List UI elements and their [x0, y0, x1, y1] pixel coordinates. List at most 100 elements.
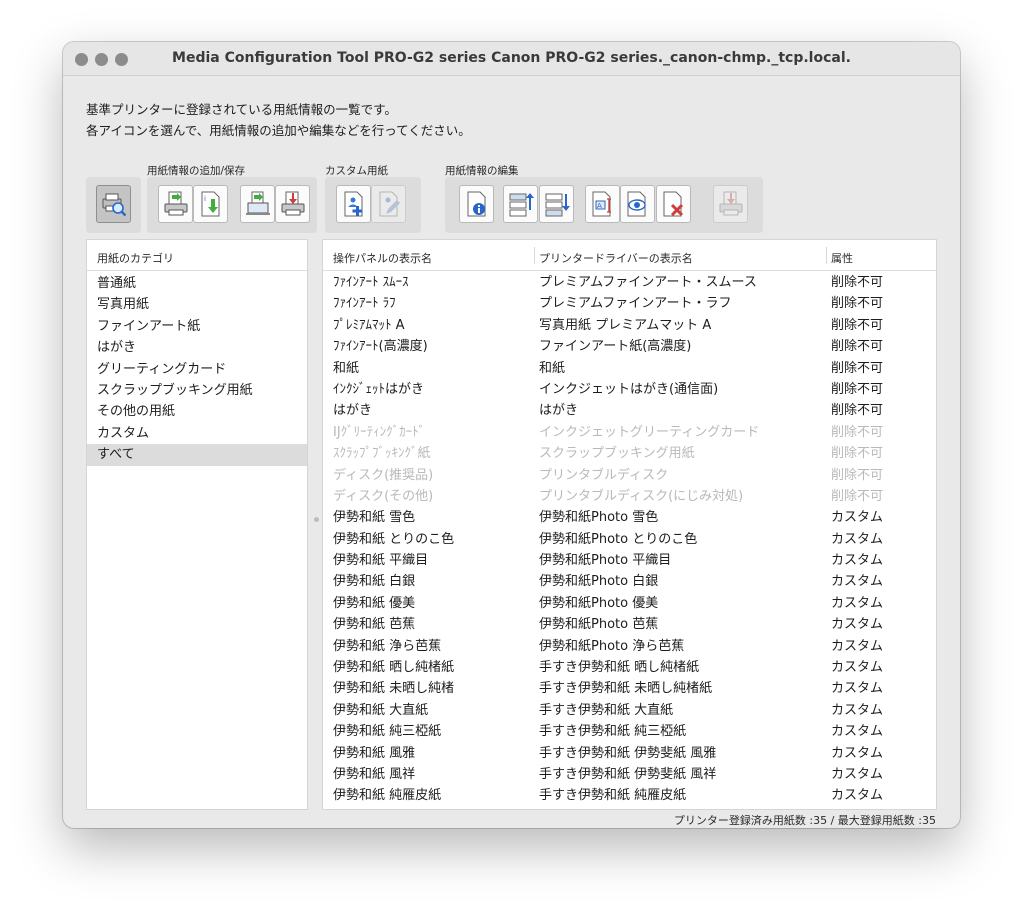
category-item[interactable]: すべて — [87, 444, 307, 466]
table-row[interactable]: ﾌｧｲﾝｱｰﾄ ｽﾑｰｽ プレミアムファインアート・スムース 削除不可 — [323, 272, 936, 293]
paper-table: 操作パネルの表示名 プリンタードライバーの表示名 属性 ﾌｧｲﾝｱｰﾄ ｽﾑｰｽ… — [322, 239, 937, 810]
title-bar: Media Configuration Tool PRO-G2 series C… — [63, 42, 960, 76]
table-row[interactable]: 伊勢和紙 雪色 伊勢和紙Photo 雪色 カスタム — [323, 507, 936, 528]
table-row[interactable]: 伊勢和紙 優美 伊勢和紙Photo 優美 カスタム — [323, 593, 936, 614]
cell-attribute: カスタム — [831, 702, 884, 718]
category-item[interactable]: 写真用紙 — [87, 294, 307, 315]
cell-driver-name: プリンタブルディスク — [539, 467, 669, 483]
table-row[interactable]: ディスク(推奨品) プリンタブルディスク 削除不可 — [323, 465, 936, 486]
cell-driver-name: 伊勢和紙Photo 浄ら芭蕉 — [539, 638, 685, 654]
table-row[interactable]: ｲﾝｸｼﾞｪｯﾄはがき インクジェットはがき(通信面) 削除不可 — [323, 379, 936, 400]
cell-panel-name: ｽｸﾗｯﾌﾟﾌﾞｯｷﾝｸﾞ紙 — [333, 446, 431, 462]
move-up-button[interactable] — [503, 185, 538, 223]
table-row[interactable]: ディスク(その他) プリンタブルディスク(にじみ対処) 削除不可 — [323, 486, 936, 507]
cell-panel-name: 和紙 — [333, 360, 360, 376]
reorder-up-icon — [509, 193, 534, 217]
import-from-computer-button[interactable] — [240, 185, 275, 223]
category-item[interactable]: ファインアート紙 — [87, 316, 307, 337]
splitter-handle[interactable] — [314, 517, 319, 522]
pane-splitter[interactable] — [313, 239, 319, 810]
cell-driver-name: 手すき伊勢和紙 晒し純楮紙 — [539, 660, 700, 676]
add-paper-icon — [344, 191, 362, 217]
category-item[interactable]: グリーティングカード — [87, 359, 307, 380]
table-header: 操作パネルの表示名 プリンタードライバーの表示名 属性 — [323, 240, 936, 271]
column-header-driver-name[interactable]: プリンタードライバーの表示名 — [539, 250, 693, 266]
table-row[interactable]: はがき はがき 削除不可 — [323, 400, 936, 421]
svg-text:A: A — [597, 202, 602, 210]
column-separator[interactable] — [534, 247, 535, 264]
column-header-attribute[interactable]: 属性 — [831, 250, 853, 266]
table-row[interactable]: 伊勢和紙 浄ら芭蕉 伊勢和紙Photo 浄ら芭蕉 カスタム — [323, 636, 936, 657]
cell-panel-name: ｲﾝｸｼﾞｪｯﾄはがき — [333, 381, 425, 397]
save-to-file-button[interactable]: i — [193, 185, 228, 223]
cell-panel-name: ﾌｧｲﾝｱｰﾄ(高濃度) — [333, 339, 428, 355]
cell-panel-name: 伊勢和紙 風雅 — [333, 745, 416, 761]
paper-info-button[interactable] — [459, 185, 494, 223]
reorder-down-icon — [545, 193, 570, 217]
table-row[interactable]: 伊勢和紙 芭蕉 伊勢和紙Photo 芭蕉 カスタム — [323, 614, 936, 635]
table-row[interactable]: 伊勢和紙 とりのこ色 伊勢和紙Photo とりのこ色 カスタム — [323, 529, 936, 550]
cell-panel-name: 伊勢和紙 純三椏紙 — [333, 724, 442, 740]
table-row[interactable]: 伊勢和紙 大直紙 手すき伊勢和紙 大直紙 カスタム — [323, 700, 936, 721]
cell-driver-name: インクジェットグリーティングカード — [539, 424, 760, 440]
table-row[interactable]: 和紙 和紙 削除不可 — [323, 358, 936, 379]
cell-driver-name: 和紙 — [539, 360, 566, 376]
table-row[interactable]: 伊勢和紙 未晒し純楮 手すき伊勢和紙 未晒し純楮紙 カスタム — [323, 678, 936, 699]
category-item[interactable]: カスタム — [87, 423, 307, 444]
show-hide-button[interactable] — [620, 185, 655, 223]
export-from-printer-button[interactable] — [275, 185, 310, 223]
cell-attribute: カスタム — [831, 745, 884, 761]
table-row[interactable]: 伊勢和紙 白銀 伊勢和紙Photo 白銀 カスタム — [323, 571, 936, 592]
table-row[interactable]: ｽｸﾗｯﾌﾟﾌﾞｯｷﾝｸﾞ紙 スクラップブッキング用紙 削除不可 — [323, 443, 936, 464]
cell-attribute: カスタム — [831, 788, 884, 804]
cell-attribute: 削除不可 — [831, 275, 884, 290]
cell-attribute: 削除不可 — [831, 360, 884, 376]
cell-panel-name: 伊勢和紙 純雁皮紙 — [333, 788, 442, 804]
cell-driver-name: 手すき伊勢和紙 純雁皮紙 — [539, 788, 687, 804]
cell-panel-name: 伊勢和紙 風祥 — [333, 766, 416, 782]
cell-panel-name: 伊勢和紙 芭蕉 — [333, 617, 416, 633]
category-item[interactable]: スクラップブッキング用紙 — [87, 380, 307, 401]
send-to-printer-button[interactable] — [713, 185, 748, 223]
import-to-printer-button[interactable] — [158, 185, 193, 223]
table-row[interactable]: 伊勢和紙 純雁皮紙 手すき伊勢和紙 純雁皮紙 カスタム — [323, 785, 936, 806]
table-row[interactable]: ﾌｧｲﾝｱｰﾄ(高濃度) ファインアート紙(高濃度) 削除不可 — [323, 336, 936, 357]
category-item[interactable]: 普通紙 — [87, 273, 307, 294]
category-item[interactable]: その他の用紙 — [87, 401, 307, 422]
edit-custom-paper-button[interactable] — [371, 185, 406, 223]
rename-text-icon: A — [592, 191, 611, 217]
table-row[interactable]: ﾌｧｲﾝｱｰﾄ ﾗﾌ プレミアムファインアート・ラフ 削除不可 — [323, 293, 936, 314]
cell-driver-name: 手すき伊勢和紙 大直紙 — [539, 702, 674, 718]
move-down-button[interactable] — [539, 185, 574, 223]
cell-attribute: 削除不可 — [831, 446, 884, 462]
printer-search-button[interactable] — [96, 185, 131, 223]
cell-panel-name: 伊勢和紙 未晒し純楮 — [333, 681, 455, 697]
cell-attribute: カスタム — [831, 638, 884, 654]
table-row[interactable]: 伊勢和紙 純三椏紙 手すき伊勢和紙 純三椏紙 カスタム — [323, 721, 936, 742]
cell-driver-name: 伊勢和紙Photo 平織目 — [539, 553, 672, 569]
cell-driver-name: スクラップブッキング用紙 — [539, 446, 695, 462]
cell-attribute: カスタム — [831, 724, 884, 740]
table-row[interactable]: 伊勢和紙 晒し純楮紙 手すき伊勢和紙 晒し純楮紙 カスタム — [323, 657, 936, 678]
category-list: 普通紙 写真用紙 ファインアート紙 はがき グリーティングカード スクラップブッキング用紙… — [87, 271, 307, 466]
table-row[interactable]: 伊勢和紙 平織目 伊勢和紙Photo 平織目 カスタム — [323, 550, 936, 571]
category-item[interactable]: はがき — [87, 337, 307, 358]
table-row[interactable]: ﾌﾟﾚﾐｱﾑﾏｯﾄ A 写真用紙 プレミアムマット A 削除不可 — [323, 315, 936, 336]
cell-driver-name: 手すき伊勢和紙 未晒し純楮紙 — [539, 681, 713, 697]
cell-attribute: 削除不可 — [831, 339, 884, 355]
cell-driver-name: プレミアムファインアート・スムース — [539, 275, 757, 290]
cell-panel-name: ﾌｧｲﾝｱｰﾄ ﾗﾌ — [333, 296, 396, 312]
rename-button[interactable]: A — [585, 185, 620, 223]
column-header-panel-name[interactable]: 操作パネルの表示名 — [333, 250, 432, 266]
cell-driver-name: 写真用紙 プレミアムマット A — [539, 317, 712, 333]
column-separator[interactable] — [826, 247, 827, 264]
table-row[interactable]: IJｸﾞﾘｰﾃｨﾝｸﾞｶｰﾄﾞ インクジェットグリーティングカード 削除不可 — [323, 422, 936, 443]
printer-send-icon — [719, 191, 742, 216]
cell-driver-name: 手すき伊勢和紙 伊勢斐紙 風雅 — [539, 745, 717, 761]
cell-panel-name: ﾌﾟﾚﾐｱﾑﾏｯﾄ A — [333, 317, 405, 333]
table-row[interactable]: 伊勢和紙 風祥 手すき伊勢和紙 伊勢斐紙 風祥 カスタム — [323, 764, 936, 785]
description-line-2: 各アイコンを選んで、用紙情報の追加や編集などを行ってください。 — [86, 123, 471, 138]
add-custom-paper-button[interactable] — [336, 185, 371, 223]
delete-button[interactable] — [656, 185, 691, 223]
table-row[interactable]: 伊勢和紙 風雅 手すき伊勢和紙 伊勢斐紙 風雅 カスタム — [323, 743, 936, 764]
